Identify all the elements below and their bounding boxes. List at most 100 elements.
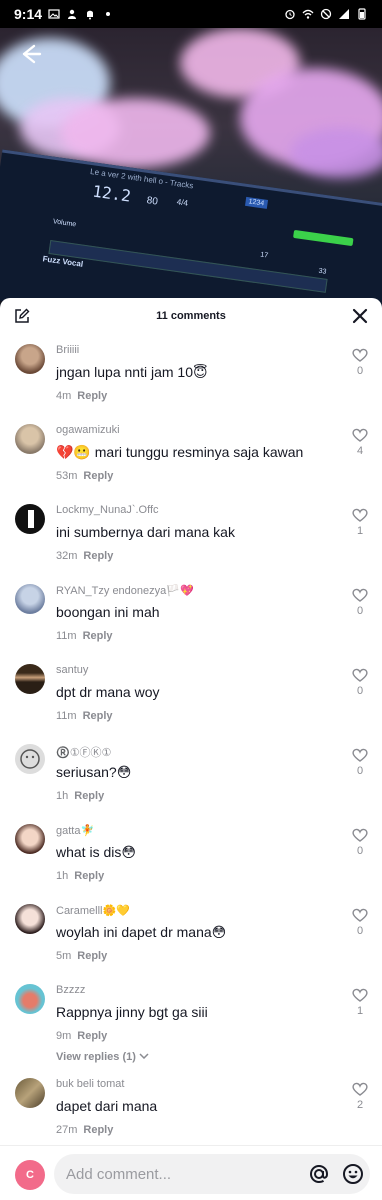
comment-text: Rappnya jinny bgt ga siii [56, 1004, 208, 1020]
comment-username[interactable]: buk beli tomat [56, 1078, 124, 1090]
avatar[interactable] [15, 584, 45, 614]
comment-time: 27m [56, 1124, 78, 1136]
edit-icon[interactable] [14, 308, 30, 324]
comment-item[interactable]: ogawamizuki 💔😬 mari tunggu resminya saja… [0, 424, 382, 502]
my-avatar[interactable]: C [15, 1160, 45, 1190]
comment-item[interactable]: ®️①Ⓕ️Ⓚ️① seriusan?😳 1h Reply 0 [0, 744, 382, 822]
mention-icon[interactable] [308, 1163, 330, 1185]
comment-item[interactable]: Caramelll🌼💛 woylah ini dapet dr mana😳 5m… [0, 904, 382, 982]
like-count: 1 [356, 525, 364, 537]
heart-icon [352, 508, 368, 522]
reply-button[interactable]: Reply [83, 710, 113, 722]
avatar[interactable] [15, 984, 45, 1014]
like-button[interactable]: 0 [352, 908, 368, 937]
like-button[interactable]: 0 [352, 348, 368, 377]
reply-button[interactable]: Reply [74, 870, 104, 882]
avatar[interactable] [15, 344, 45, 374]
reply-button[interactable]: Reply [83, 1124, 113, 1136]
comment-text: ini sumbernya dari mana kak [56, 524, 235, 540]
comment-item[interactable]: Briiiii jngan lupa nnti jam 10😇 4m Reply … [0, 344, 382, 422]
notification-icon [84, 8, 96, 20]
comment-text: 💔😬 mari tunggu resminya saja kawan [56, 444, 303, 461]
comment-username[interactable]: Caramelll🌼💛 [56, 904, 130, 917]
avatar[interactable] [15, 904, 45, 934]
wifi-icon [302, 8, 314, 20]
comment-meta: 53m Reply [56, 470, 113, 482]
heart-icon [352, 348, 368, 362]
like-button[interactable]: 0 [352, 748, 368, 777]
comment-time: 4m [56, 390, 72, 402]
comment-username[interactable]: Bzzzz [56, 984, 85, 996]
username-text: RYAN_Tzy endonezya [56, 585, 167, 597]
emoji: 😳 [116, 764, 132, 780]
comment-text: jngan lupa nnti jam 10😇 [56, 364, 208, 381]
view-replies-label: View replies (1) [56, 1051, 136, 1063]
like-count: 4 [356, 445, 364, 457]
reply-button[interactable]: Reply [83, 630, 113, 642]
comment-time: 11m [56, 630, 77, 642]
daw-track [48, 240, 328, 293]
comment-meta: 27m Reply [56, 1124, 113, 1136]
comment-text: dapet dari mana [56, 1098, 158, 1114]
close-icon[interactable] [352, 308, 368, 324]
comment-item[interactable]: santuy dpt dr mana woy 11m Reply 0 [0, 664, 382, 742]
user-icon [66, 8, 78, 20]
back-arrow-icon[interactable] [16, 40, 44, 68]
daw-level-meter [293, 229, 354, 247]
avatar[interactable] [15, 504, 45, 534]
comment-username[interactable]: ®️①Ⓕ️Ⓚ️① [56, 744, 111, 760]
video-player[interactable]: Le a ver 2 with hell o - Tracks 12.2 80 … [0, 28, 382, 308]
sheet-header: 11 comments [0, 298, 382, 334]
avatar[interactable] [15, 664, 45, 694]
daw-marker: 17 [259, 251, 269, 260]
like-button[interactable]: 4 [352, 428, 368, 457]
like-button[interactable]: 1 [352, 988, 368, 1017]
like-count: 0 [356, 925, 364, 937]
like-button[interactable]: 0 [352, 668, 368, 697]
avatar[interactable] [15, 824, 45, 854]
comment-username[interactable]: Briiiii [56, 344, 79, 356]
like-button[interactable]: 2 [352, 1082, 368, 1111]
comment-username[interactable]: Lockmy_NunaJ`.Offc [56, 504, 159, 516]
comment-text: dpt dr mana woy [56, 684, 160, 700]
comment-username[interactable]: RYAN_Tzy endonezya🏳️💖 [56, 584, 194, 597]
avatar[interactable] [15, 744, 45, 774]
comment-item[interactable]: Lockmy_NunaJ`.Offc ini sumbernya dari ma… [0, 504, 382, 582]
reply-button[interactable]: Reply [77, 950, 107, 962]
like-button[interactable]: 1 [352, 508, 368, 537]
status-icons-left [48, 8, 114, 20]
comment-meta: 1h Reply [56, 790, 104, 802]
cloud-decoration [290, 128, 382, 178]
cloud-decoration [60, 98, 210, 168]
comment-time: 1h [56, 870, 69, 882]
comment-text: boongan ini mah [56, 604, 160, 620]
emoji: 🌼💛 [102, 905, 130, 917]
like-button[interactable]: 0 [352, 828, 368, 857]
like-count: 0 [356, 765, 364, 777]
view-replies-button[interactable]: View replies (1) [56, 1051, 149, 1063]
comment-body: jngan lupa nnti jam 10 [56, 364, 193, 380]
daw-bar: 1234 [245, 196, 268, 209]
reply-button[interactable]: Reply [77, 1030, 107, 1042]
emoji: 🧚 [80, 825, 95, 837]
emoji-icon[interactable] [342, 1163, 364, 1185]
comment-time: 53m [56, 470, 78, 482]
heart-icon [352, 588, 368, 602]
comment-username[interactable]: santuy [56, 664, 88, 676]
comment-item[interactable]: RYAN_Tzy endonezya🏳️💖 boongan ini mah 11… [0, 584, 382, 662]
status-icons-right [284, 8, 368, 20]
avatar[interactable] [15, 1078, 45, 1108]
heart-icon [352, 828, 368, 842]
comment-username[interactable]: gatta🧚 [56, 824, 94, 837]
comment-meta: 11m Reply [56, 710, 113, 722]
reply-button[interactable]: Reply [74, 790, 104, 802]
like-button[interactable]: 0 [352, 588, 368, 617]
comment-meta: 32m Reply [56, 550, 113, 562]
comment-username[interactable]: ogawamizuki [56, 424, 120, 436]
avatar[interactable] [15, 424, 45, 454]
comment-item[interactable]: gatta🧚 what is dis😳 1h Reply 0 [0, 824, 382, 902]
reply-button[interactable]: Reply [83, 550, 113, 562]
comment-time: 32m [56, 550, 78, 562]
reply-button[interactable]: Reply [77, 390, 107, 402]
reply-button[interactable]: Reply [83, 470, 113, 482]
